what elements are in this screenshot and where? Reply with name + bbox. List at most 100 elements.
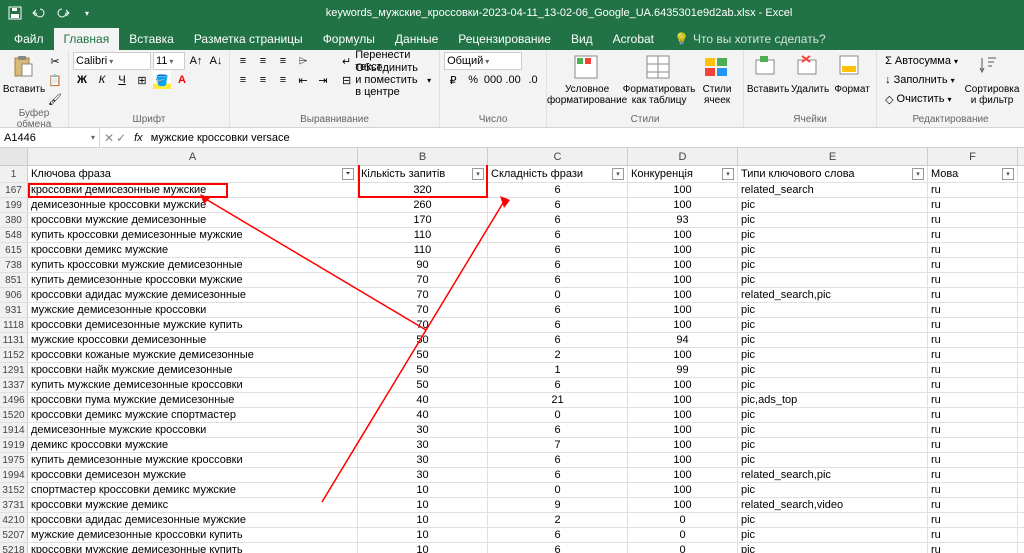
cell-diff[interactable]: 6 [488, 528, 628, 542]
row-header[interactable]: 3152 [0, 483, 28, 497]
row-header[interactable]: 906 [0, 288, 28, 302]
header-cell-type[interactable]: Типи ключового слова [738, 166, 928, 182]
col-header[interactable]: E [738, 148, 928, 165]
tab-formulas[interactable]: Формулы [313, 28, 385, 50]
cell-count[interactable]: 10 [358, 543, 488, 553]
tab-insert[interactable]: Вставка [119, 28, 184, 50]
cell-comp[interactable]: 100 [628, 378, 738, 392]
cell-keyword[interactable]: кроссовки демисезонные мужские купить [28, 318, 358, 332]
increase-indent-icon[interactable]: ⇥ [314, 71, 332, 89]
cell-count[interactable]: 40 [358, 393, 488, 407]
cell-type[interactable]: pic,ads_top [738, 393, 928, 407]
cell-lang[interactable]: ru [928, 393, 1018, 407]
cut-icon[interactable]: ✂ [46, 52, 64, 70]
cell-diff[interactable]: 1 [488, 363, 628, 377]
cell-keyword[interactable]: спортмастер кроссовки демикс мужские [28, 483, 358, 497]
decrease-indent-icon[interactable]: ⇤ [294, 71, 312, 89]
cell-type[interactable]: related_search [738, 183, 928, 197]
border-icon[interactable]: ⊞ [133, 71, 151, 89]
cell-lang[interactable]: ru [928, 183, 1018, 197]
decrease-decimal-icon[interactable]: .0 [524, 71, 542, 89]
filter-dropdown-icon[interactable] [912, 168, 924, 180]
cell-diff[interactable]: 9 [488, 498, 628, 512]
cell-diff[interactable]: 6 [488, 228, 628, 242]
cell-lang[interactable]: ru [928, 438, 1018, 452]
cell-comp[interactable]: 100 [628, 453, 738, 467]
cell-comp[interactable]: 100 [628, 498, 738, 512]
cell-type[interactable]: pic [738, 228, 928, 242]
cell-diff[interactable]: 6 [488, 333, 628, 347]
row-header[interactable]: 1520 [0, 408, 28, 422]
cell-lang[interactable]: ru [928, 213, 1018, 227]
cell-count[interactable]: 70 [358, 303, 488, 317]
cell-count[interactable]: 30 [358, 453, 488, 467]
font-name-combo[interactable]: Calibri▾ [73, 52, 151, 70]
filter-dropdown-icon[interactable] [472, 168, 484, 180]
cell-type[interactable]: pic [738, 333, 928, 347]
cell-count[interactable]: 30 [358, 468, 488, 482]
cell-type[interactable]: pic [738, 528, 928, 542]
cell-keyword[interactable]: демисезонные кроссовки мужские [28, 198, 358, 212]
cell-comp[interactable]: 0 [628, 528, 738, 542]
format-cells-button[interactable]: Формат [832, 52, 872, 97]
italic-button[interactable]: К [93, 71, 111, 89]
cell-comp[interactable]: 100 [628, 438, 738, 452]
row-header[interactable]: 1496 [0, 393, 28, 407]
cell-diff[interactable]: 0 [488, 408, 628, 422]
cell-diff[interactable]: 7 [488, 438, 628, 452]
header-cell-diff[interactable]: Складність фрази [488, 166, 628, 182]
font-size-combo[interactable]: 11▾ [153, 52, 185, 70]
cell-keyword[interactable]: купить демисезонные мужские кроссовки [28, 453, 358, 467]
cell-type[interactable]: pic [738, 198, 928, 212]
cell-diff[interactable]: 21 [488, 393, 628, 407]
header-cell-keyword[interactable]: Ключова фраза [28, 166, 358, 182]
cell-keyword[interactable]: купить кроссовки демисезонные мужские [28, 228, 358, 242]
clear-button[interactable]: ◇Очистить▾ [881, 90, 962, 108]
header-cell-lang[interactable]: Мова [928, 166, 1018, 182]
cell-count[interactable]: 30 [358, 423, 488, 437]
col-header[interactable]: D [628, 148, 738, 165]
paste-button[interactable]: Вставить [4, 52, 44, 97]
cell-comp[interactable]: 100 [628, 258, 738, 272]
cell-type[interactable]: related_search,video [738, 498, 928, 512]
row-header[interactable]: 5207 [0, 528, 28, 542]
col-header[interactable]: C [488, 148, 628, 165]
merge-center-button[interactable]: ⊟Объединить и поместить в центре▾ [338, 71, 435, 89]
cell-diff[interactable]: 6 [488, 273, 628, 287]
cell-diff[interactable]: 6 [488, 198, 628, 212]
cell-diff[interactable]: 6 [488, 453, 628, 467]
align-top-icon[interactable]: ≡ [234, 52, 252, 70]
row-header[interactable]: 167 [0, 183, 28, 197]
row-header[interactable]: 380 [0, 213, 28, 227]
row-header[interactable]: 1152 [0, 348, 28, 362]
cell-keyword[interactable]: кроссовки демикс мужские [28, 243, 358, 257]
row-header[interactable]: 615 [0, 243, 28, 257]
row-header[interactable]: 1975 [0, 453, 28, 467]
cell-count[interactable]: 70 [358, 318, 488, 332]
cell-comp[interactable]: 0 [628, 513, 738, 527]
tab-view[interactable]: Вид [561, 28, 603, 50]
cell-diff[interactable]: 6 [488, 423, 628, 437]
cell-keyword[interactable]: купить демисезонные кроссовки мужские [28, 273, 358, 287]
fill-button[interactable]: ↓Заполнить▾ [881, 71, 962, 89]
row-header[interactable]: 851 [0, 273, 28, 287]
cell-diff[interactable]: 6 [488, 183, 628, 197]
cell-lang[interactable]: ru [928, 228, 1018, 242]
format-painter-icon[interactable]: 🖌 [46, 90, 64, 108]
cell-lang[interactable]: ru [928, 348, 1018, 362]
increase-decimal-icon[interactable]: .00 [504, 71, 522, 89]
cell-lang[interactable]: ru [928, 198, 1018, 212]
cell-lang[interactable]: ru [928, 468, 1018, 482]
row-header[interactable]: 1118 [0, 318, 28, 332]
cell-keyword[interactable]: кроссовки мужские демисезонные купить [28, 543, 358, 553]
row-header[interactable]: 1 [0, 166, 28, 182]
cell-lang[interactable]: ru [928, 543, 1018, 553]
cell-styles-button[interactable]: Стили ячеек [695, 52, 739, 108]
cell-count[interactable]: 260 [358, 198, 488, 212]
filter-funnel-icon[interactable] [342, 168, 354, 180]
cell-type[interactable]: pic [738, 438, 928, 452]
cell-comp[interactable]: 100 [628, 408, 738, 422]
align-right-icon[interactable]: ≡ [274, 71, 292, 89]
cell-lang[interactable]: ru [928, 318, 1018, 332]
cell-count[interactable]: 170 [358, 213, 488, 227]
